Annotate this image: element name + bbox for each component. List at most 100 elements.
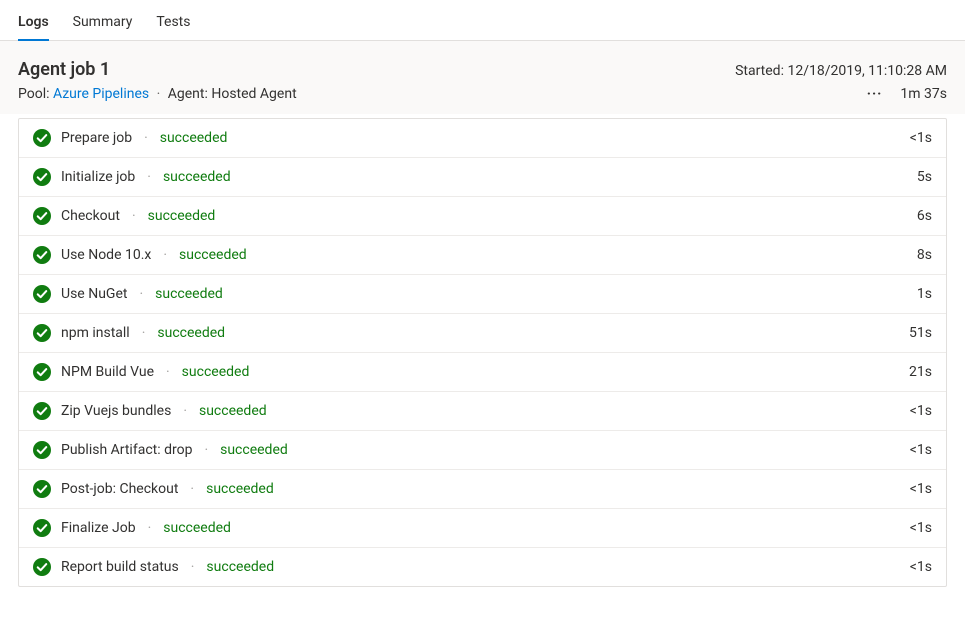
step-status: succeeded	[199, 403, 267, 419]
step-row[interactable]: Checkout · succeeded 6s	[19, 197, 946, 236]
step-row[interactable]: Prepare job · succeeded <1s	[19, 119, 946, 158]
separator-dot: ·	[190, 481, 194, 497]
step-status: succeeded	[163, 520, 231, 536]
agent-label: Agent:	[168, 86, 208, 102]
step-row[interactable]: Zip Vuejs bundles · succeeded <1s	[19, 392, 946, 431]
step-status: succeeded	[220, 442, 288, 458]
step-name: Finalize Job	[61, 520, 136, 536]
step-name: Post-job: Checkout	[61, 481, 178, 497]
step-duration: 51s	[909, 325, 932, 341]
step-row[interactable]: Post-job: Checkout · succeeded <1s	[19, 470, 946, 509]
steps-list: Prepare job · succeeded <1s Initialize job · s…	[18, 118, 947, 587]
status-success-icon	[33, 441, 51, 459]
tab-tests[interactable]: Tests	[156, 8, 190, 40]
success-icon	[33, 324, 51, 342]
separator-dot: ·	[148, 520, 152, 536]
separator-dot: ·	[132, 208, 136, 224]
step-duration: <1s	[910, 559, 932, 575]
step-duration: 5s	[917, 169, 932, 185]
separator-dot: ·	[157, 86, 161, 102]
step-duration: <1s	[910, 520, 932, 536]
step-name: Report build status	[61, 559, 179, 575]
tab-summary[interactable]: Summary	[73, 8, 133, 40]
success-icon	[33, 363, 51, 381]
step-row[interactable]: Report build status · succeeded <1s	[19, 548, 946, 586]
step-status: succeeded	[182, 364, 250, 380]
step-duration: 8s	[917, 247, 932, 263]
agent-name: Hosted Agent	[211, 86, 296, 102]
step-row[interactable]: npm install · succeeded 51s	[19, 314, 946, 353]
started-label: Started:	[735, 63, 784, 79]
step-duration: <1s	[910, 403, 932, 419]
step-status: succeeded	[206, 481, 274, 497]
step-duration: <1s	[910, 442, 932, 458]
step-status: succeeded	[157, 325, 225, 341]
step-duration: 6s	[917, 208, 932, 224]
step-name: Initialize job	[61, 169, 135, 185]
status-success-icon	[33, 168, 51, 186]
step-status: succeeded	[160, 130, 228, 146]
step-status: succeeded	[148, 208, 216, 224]
step-name: Zip Vuejs bundles	[61, 403, 171, 419]
step-duration: <1s	[910, 130, 932, 146]
status-success-icon	[33, 129, 51, 147]
step-row[interactable]: Publish Artifact: drop · succeeded <1s	[19, 431, 946, 470]
tab-logs[interactable]: Logs	[18, 8, 49, 40]
pool-link[interactable]: Azure Pipelines	[53, 86, 149, 102]
separator-dot: ·	[191, 559, 195, 575]
status-success-icon	[33, 519, 51, 537]
success-icon	[33, 168, 51, 186]
separator-dot: ·	[204, 442, 208, 458]
step-row[interactable]: Use Node 10.x · succeeded 8s	[19, 236, 946, 275]
step-name: Checkout	[61, 208, 120, 224]
step-row[interactable]: Use NuGet · succeeded 1s	[19, 275, 946, 314]
step-name: Prepare job	[61, 130, 132, 146]
started-timestamp: Started: 12/18/2019, 11:10:28 AM	[735, 63, 947, 79]
job-header: Agent job 1 Started: 12/18/2019, 11:10:2…	[0, 41, 965, 114]
separator-dot: ·	[166, 364, 170, 380]
started-value: 12/18/2019, 11:10:28 AM	[787, 63, 947, 79]
step-status: succeeded	[163, 169, 231, 185]
step-duration: 21s	[909, 364, 932, 380]
success-icon	[33, 441, 51, 459]
pool-label: Pool:	[18, 86, 50, 102]
step-duration: 1s	[917, 286, 932, 302]
success-icon	[33, 246, 51, 264]
step-row[interactable]: Finalize Job · succeeded <1s	[19, 509, 946, 548]
status-success-icon	[33, 402, 51, 420]
job-title: Agent job 1	[18, 59, 110, 80]
separator-dot: ·	[183, 403, 187, 419]
separator-dot: ·	[163, 247, 167, 263]
step-status: succeeded	[206, 559, 274, 575]
step-name: NPM Build Vue	[61, 364, 154, 380]
status-success-icon	[33, 363, 51, 381]
step-status: succeeded	[179, 247, 247, 263]
status-success-icon	[33, 207, 51, 225]
success-icon	[33, 207, 51, 225]
success-icon	[33, 519, 51, 537]
step-name: Use Node 10.x	[61, 247, 151, 263]
step-row[interactable]: Initialize job · succeeded 5s	[19, 158, 946, 197]
success-icon	[33, 480, 51, 498]
separator-dot: ·	[144, 130, 148, 146]
success-icon	[33, 285, 51, 303]
header-right-meta: ··· 1m 37s	[867, 86, 947, 102]
step-status: succeeded	[155, 286, 223, 302]
separator-dot: ·	[147, 169, 151, 185]
step-name: Publish Artifact: drop	[61, 442, 192, 458]
step-name: Use NuGet	[61, 286, 127, 302]
success-icon	[33, 129, 51, 147]
pool-agent-line: Pool: Azure Pipelines · Agent: Hosted Ag…	[18, 86, 297, 102]
step-row[interactable]: NPM Build Vue · succeeded 21s	[19, 353, 946, 392]
success-icon	[33, 402, 51, 420]
separator-dot: ·	[142, 325, 146, 341]
step-duration: <1s	[910, 481, 932, 497]
status-success-icon	[33, 480, 51, 498]
job-duration: 1m 37s	[900, 86, 947, 102]
step-name: npm install	[61, 325, 130, 341]
more-actions-button[interactable]: ···	[867, 86, 883, 102]
tabs-bar: Logs Summary Tests	[0, 0, 965, 41]
status-success-icon	[33, 246, 51, 264]
status-success-icon	[33, 285, 51, 303]
separator-dot: ·	[139, 286, 143, 302]
